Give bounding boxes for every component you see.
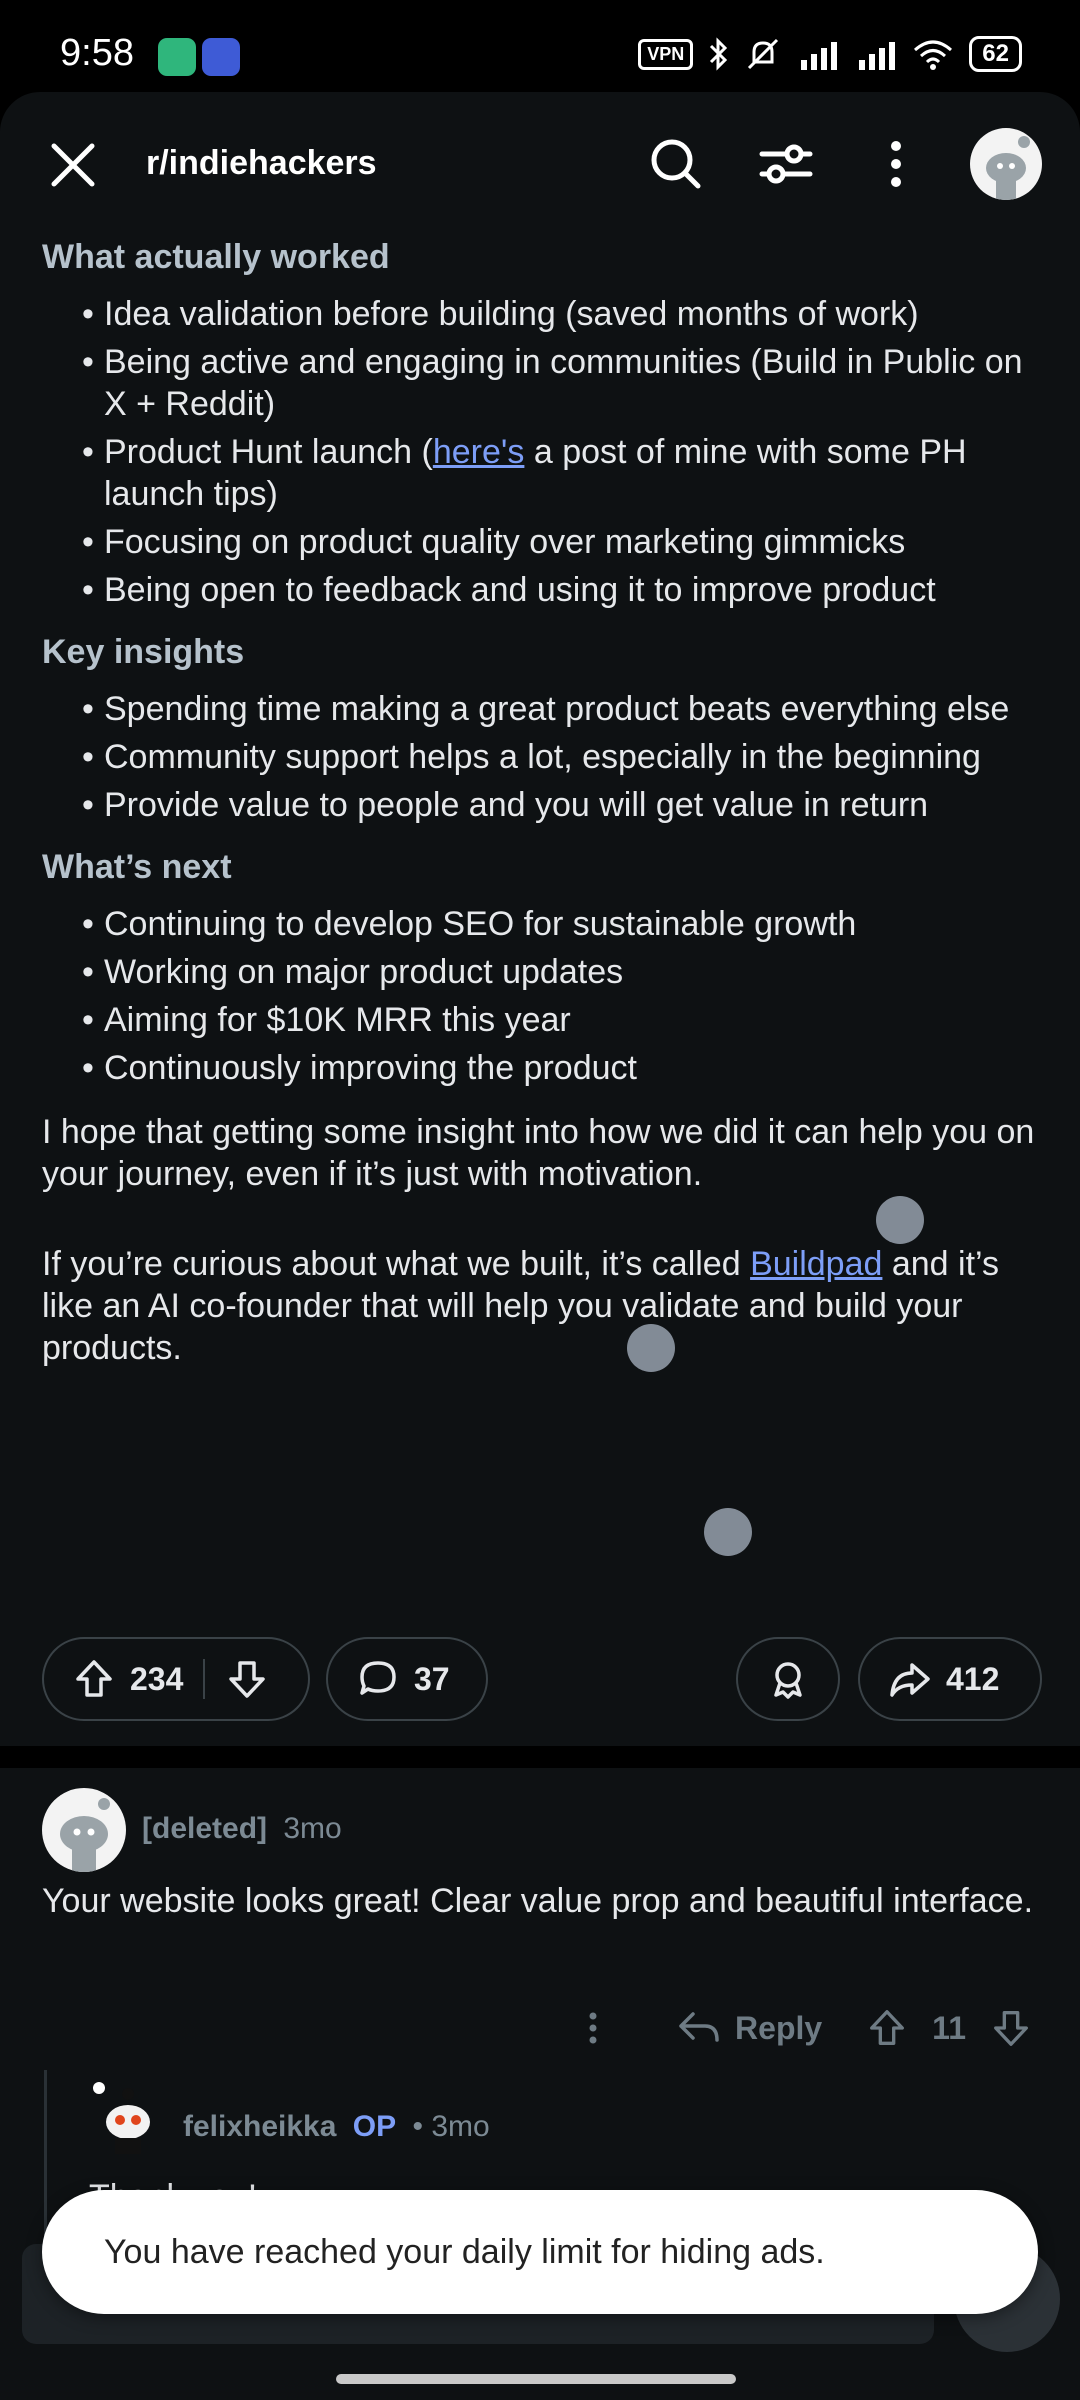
mute-icon [748,38,779,70]
reply-icon [679,2012,719,2042]
comment-count: 37 [414,1660,450,1697]
touch-indicator [876,1196,924,1244]
comments-button[interactable]: 37 [326,1637,488,1721]
list-item-ph-launch: Product Hunt launch (here's a post of mi… [82,431,1042,515]
reply-age: • 3mo [412,2110,490,2143]
upvote-icon[interactable] [72,1657,116,1701]
list-item: Community support helps a lot, especiall… [82,736,1042,778]
comment-body: Your website looks great! Clear value pr… [42,1882,1034,1920]
share-icon [890,1663,930,1697]
reply-label: Reply [735,2009,823,2046]
comment-meta: [deleted] 3mo [142,1812,342,1846]
comment-vote-count: 11 [932,2009,966,2046]
signal-hd-icon [801,42,838,70]
touch-indicator [704,1508,752,1556]
upvote-icon[interactable] [866,2007,908,2049]
more-vertical-icon[interactable] [864,132,928,196]
comment-age: 3mo [283,1812,342,1845]
list-item: Continuing to develop SEO for sustainabl… [82,903,1042,945]
bullet-list: Idea validation before building (saved m… [42,293,1042,611]
post-sheet: r/indiehackers What actually worked Idea… [0,92,1080,2400]
list-item: Continuously improving the product [82,1047,1042,1089]
app-green-icon [158,38,196,76]
toast-message: You have reached your daily limit for hi… [104,2232,825,2271]
list-item: Idea validation before building (saved m… [82,293,1042,335]
section-heading: What’s next [42,848,232,886]
signal-hd-icon [859,42,896,70]
reply-meta: felixheikka OP • 3mo [183,2110,490,2144]
clock: 9:58 [60,32,134,74]
award-icon [774,1662,802,1699]
bullet-list: Continuing to develop SEO for sustainabl… [42,903,1042,1089]
list-item: Spending time making a great product bea… [82,688,1042,730]
reply-button[interactable]: Reply [677,2008,822,2048]
vote-count: 234 [130,1660,184,1697]
comment-icon [360,1661,396,1695]
comment-author[interactable]: [deleted] [142,1812,267,1845]
heres-link[interactable]: here's [433,433,525,471]
list-item: Aiming for $10K MRR this year [82,999,1042,1041]
user-avatar[interactable] [970,128,1042,200]
top-app-bar: r/indiehackers [0,92,1080,242]
section-heading: What actually worked [42,238,390,276]
list-item: Provide value to people and you will get… [82,784,1042,826]
downvote-icon[interactable] [225,1657,269,1701]
snoo-avatar-icon [60,1798,110,1872]
text: Product Hunt launch ( [104,433,433,471]
snoo-avatar-icon [986,136,1030,200]
section-divider [0,1746,1080,1768]
bluetooth-icon [710,37,728,71]
close-icon[interactable] [44,136,102,194]
section-heading: Key insights [42,633,245,671]
buildpad-link[interactable]: Buildpad [750,1245,882,1283]
share-button[interactable]: 412 [858,1637,1042,1721]
bullet-list: Spending time making a great product bea… [42,688,1042,826]
status-bar: 9:58 VPN 62 [0,0,1080,92]
touch-indicator [627,1324,675,1372]
list-item: Being open to feedback and using it to i… [82,569,1042,611]
list-item: Working on major product updates [82,951,1042,993]
reply-avatar[interactable] [91,2080,165,2154]
reply-author[interactable]: felixheikka [183,2110,336,2143]
subreddit-title[interactable]: r/indiehackers [146,144,377,183]
search-icon[interactable] [644,132,708,196]
app-blue-icon [202,38,240,76]
status-icons: VPN 62 [638,36,1022,72]
vote-separator [203,1659,206,1699]
buildpad-paragraph: If you’re curious about what we built, i… [42,1243,1042,1369]
more-vertical-icon[interactable] [573,2008,613,2048]
op-badge: OP [352,2110,397,2143]
list-item: Focusing on product quality over marketi… [82,521,1042,563]
post-action-bar: 234 37 412 [42,1637,1042,1721]
vote-pill: 234 [42,1637,310,1721]
text: If you’re curious about what we built, i… [42,1245,751,1283]
toast-notification: You have reached your daily limit for hi… [42,2190,1038,2314]
vpn-badge: VPN [638,38,694,70]
battery-indicator: 62 [969,36,1022,72]
list-item: Being active and engaging in communities… [82,341,1042,425]
home-indicator[interactable] [336,2374,736,2384]
share-count: 412 [946,1660,1000,1697]
closing-paragraph: I hope that getting some insight into ho… [42,1113,1035,1193]
filter-icon[interactable] [754,132,818,196]
downvote-icon[interactable] [990,2007,1032,2049]
award-button[interactable] [736,1637,840,1721]
comment-actions: Reply 11 [573,1998,1032,2058]
wifi-icon [914,40,953,70]
comment-avatar[interactable] [42,1788,126,1872]
